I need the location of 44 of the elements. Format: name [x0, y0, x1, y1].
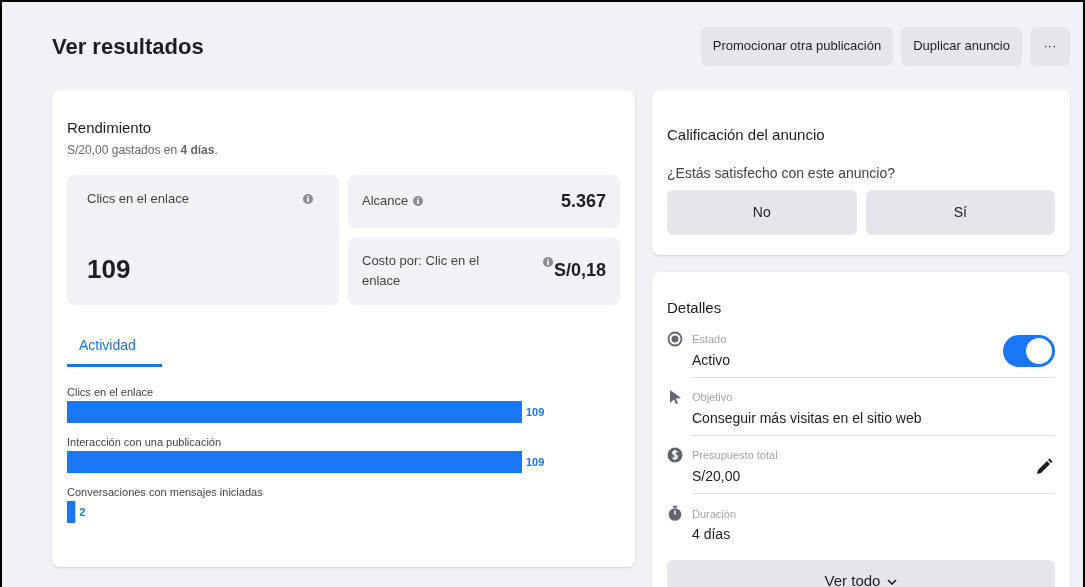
bar: [67, 500, 76, 523]
info-icon: [413, 196, 424, 206]
metric-label: Clics en el enlace: [87, 189, 189, 208]
field-label: Duración: [692, 506, 737, 522]
bar-label: Clics en el enlace: [67, 385, 154, 398]
header-button[interactable]: Promocionar otra publicación: [700, 26, 894, 66]
cursor-icon: [667, 388, 683, 405]
rating-button[interactable]: Sí: [865, 189, 1055, 235]
page-title: Ver resultados: [52, 32, 204, 61]
dollar-icon: [667, 446, 683, 463]
card-title: Detalles: [667, 298, 723, 318]
see-all-button[interactable]: Ver todo: [667, 559, 1055, 587]
metric-label: Alcance: [362, 192, 409, 211]
radio-icon: [667, 330, 683, 347]
pencil-icon: [1035, 458, 1053, 476]
info-icon: [542, 257, 553, 267]
tab[interactable]: Actividad: [67, 332, 162, 367]
field-value: Activo: [692, 350, 731, 370]
bar-value: 2: [79, 505, 86, 518]
card-title: Rendimiento: [67, 118, 153, 138]
field-value: Conseguir más visitas en el sitio web: [692, 408, 922, 428]
field-label: Objetivo: [692, 390, 734, 406]
field-label: Presupuesto total: [692, 448, 778, 464]
bar-label: Interacción con una publicación: [67, 435, 222, 448]
metric-value: 109: [86, 252, 132, 286]
field-label: Estado: [692, 332, 728, 348]
rating-question: ¿Estás satisfecho con este anuncio?: [667, 163, 897, 183]
bar-value: 109: [526, 455, 545, 468]
field-value: S/20,00: [692, 466, 742, 486]
field-value: 4 días: [692, 525, 732, 545]
toggle-switch[interactable]: [1003, 335, 1055, 367]
spend-summary: S/20,00 gastados en 4 días.: [67, 141, 219, 159]
card-title: Calificación del anuncio: [667, 125, 826, 145]
header-button[interactable]: Duplicar anuncio: [901, 26, 1022, 66]
more-options-button[interactable]: ···: [1030, 26, 1070, 66]
chevron-down-icon: [887, 578, 898, 585]
metric-value: S/0,18: [553, 259, 606, 282]
metric-value: 5.367: [560, 189, 606, 213]
info-icon: [303, 193, 313, 204]
rating-button[interactable]: No: [667, 189, 857, 235]
bar-label: Conversaciones con mensajes iniciadas: [67, 485, 263, 498]
bar-value: 109: [526, 405, 545, 418]
metric-label: Costo por: Clic en el enlace: [362, 252, 481, 290]
stopwatch-icon: [667, 504, 683, 521]
